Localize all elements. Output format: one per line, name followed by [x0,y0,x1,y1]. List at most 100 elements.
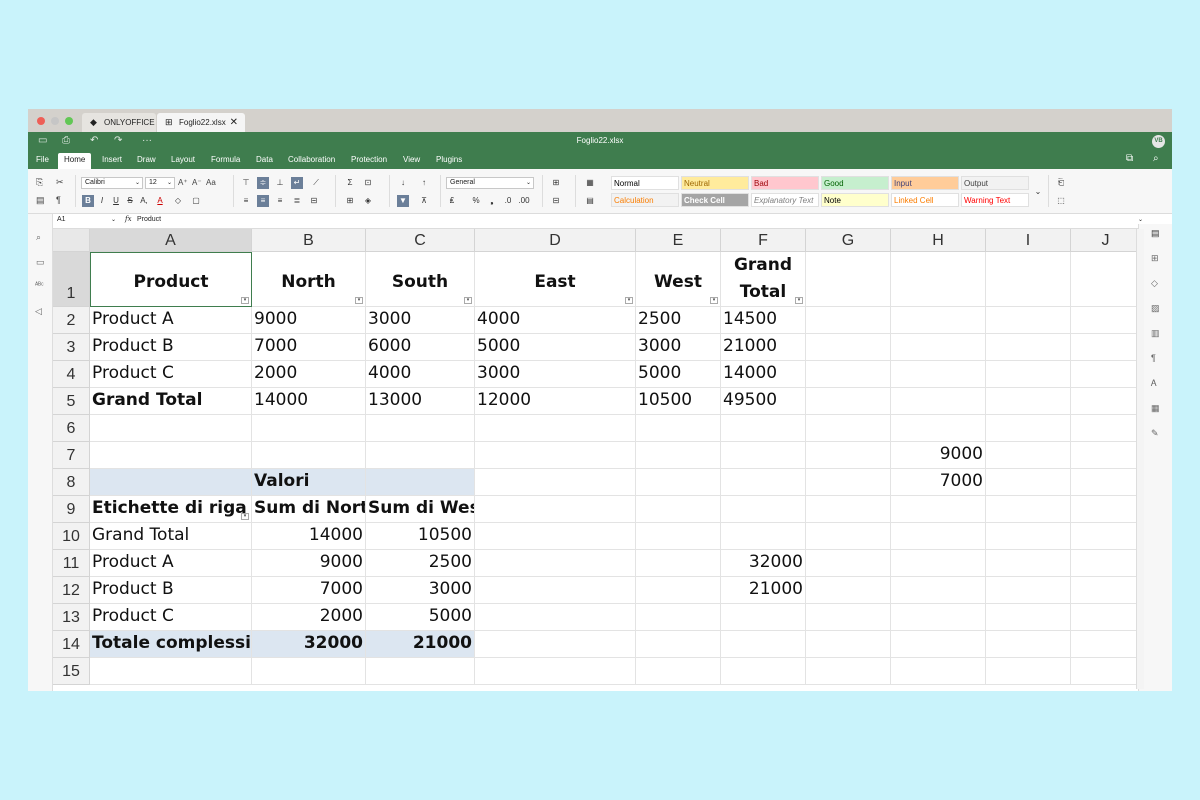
borders-icon[interactable]: ▢ [190,195,202,207]
cell-a15[interactable] [90,658,252,685]
cell-d13[interactable] [475,604,636,631]
open-location-icon[interactable]: ⧉ [1126,153,1133,164]
cell-g11[interactable] [806,550,891,577]
cell-a2[interactable]: Product A [90,307,252,334]
column-header-b[interactable]: B [252,229,366,252]
row-header-13[interactable]: 13 [53,604,90,631]
menu-data[interactable]: Data [256,153,273,169]
style-neutral[interactable]: Neutral [681,176,749,190]
cell-d1[interactable]: East ▾ [475,252,636,307]
menu-file[interactable]: File [36,153,49,169]
cell-j8[interactable] [1071,469,1141,496]
cell-f14[interactable] [721,631,806,658]
cell-i14[interactable] [986,631,1071,658]
cell-a12[interactable]: Product B [90,577,252,604]
cell-b7[interactable] [252,442,366,469]
sum-icon[interactable]: Σ [344,177,356,189]
filter-dropdown-icon[interactable]: ▾ [625,297,633,304]
align-top-icon[interactable]: ⊤ [240,177,252,189]
cell-d10[interactable] [475,523,636,550]
style-warning-text[interactable]: Warning Text [961,193,1029,207]
cell-j3[interactable] [1071,334,1141,361]
cell-j1[interactable] [1071,252,1141,307]
function-icon[interactable]: fx [125,215,132,223]
font-size-select[interactable]: 12 ⌄ [145,177,175,189]
cell-j11[interactable] [1071,550,1141,577]
cell-i10[interactable] [986,523,1071,550]
subscript-icon[interactable]: A, [138,195,150,207]
style-bad[interactable]: Bad [751,176,819,190]
cell-h1[interactable] [891,252,986,307]
paragraph-settings-icon[interactable]: ¶ [1151,353,1156,363]
avatar[interactable]: VB [1152,135,1165,148]
menu-draw[interactable]: Draw [137,153,156,169]
column-header-e[interactable]: E [636,229,721,252]
cell-d8[interactable] [475,469,636,496]
cell-i7[interactable] [986,442,1071,469]
cell-i9[interactable] [986,496,1071,523]
cell-d15[interactable] [475,658,636,685]
image-settings-icon[interactable]: ▨ [1151,303,1160,314]
cell-h11[interactable] [891,550,986,577]
cell-c7[interactable] [366,442,475,469]
cell-d9[interactable] [475,496,636,523]
cell-i5[interactable] [986,388,1071,415]
cell-c10[interactable]: 10500 [366,523,475,550]
cell-f1[interactable]: Grand Total ▾ [721,252,806,307]
row-header-2[interactable]: 2 [53,307,90,334]
increase-decimal-icon[interactable]: .00 [518,195,530,207]
cell-j14[interactable] [1071,631,1141,658]
cell-f5[interactable]: 49500 [721,388,806,415]
cell-b1[interactable]: North ▾ [252,252,366,307]
cell-a1[interactable]: Product ▾ [90,252,252,307]
cell-i2[interactable] [986,307,1071,334]
shape-settings-icon[interactable]: ◇ [1151,278,1158,289]
cell-g12[interactable] [806,577,891,604]
bold-button[interactable]: B [82,195,94,207]
cell-f3[interactable]: 21000 [721,334,806,361]
row-header-7[interactable]: 7 [53,442,90,469]
cell-h4[interactable] [891,361,986,388]
cell-g10[interactable] [806,523,891,550]
cell-e2[interactable]: 2500 [636,307,721,334]
cell-b15[interactable] [252,658,366,685]
pivot-settings-icon[interactable]: ▦ [1151,403,1160,414]
cell-h12[interactable] [891,577,986,604]
cell-b9[interactable]: Sum di North [252,496,366,523]
cell-j7[interactable] [1071,442,1141,469]
cell-d3[interactable]: 5000 [475,334,636,361]
row-header-5[interactable]: 5 [53,388,90,415]
cell-f11[interactable]: 32000 [721,550,806,577]
row-header-6[interactable]: 6 [53,415,90,442]
cell-h15[interactable] [891,658,986,685]
cell-e15[interactable] [636,658,721,685]
feedback-icon[interactable]: ◁ [35,306,42,317]
italic-button[interactable]: I [96,195,108,207]
cell-c1[interactable]: South ▾ [366,252,475,307]
filter-dropdown-icon[interactable]: ▾ [795,297,803,304]
cell-e4[interactable]: 5000 [636,361,721,388]
cell-d7[interactable] [475,442,636,469]
format-as-table-icon[interactable]: ▤ [584,195,596,207]
cell-i4[interactable] [986,361,1071,388]
style-calculation[interactable]: Calculation [611,193,679,207]
wrap-text-icon[interactable]: ↵ [291,177,303,189]
column-header-g[interactable]: G [806,229,891,252]
cell-e12[interactable] [636,577,721,604]
cell-c3[interactable]: 6000 [366,334,475,361]
formula-input[interactable]: Product [137,216,161,223]
cell-b14[interactable]: 32000 [252,631,366,658]
maximize-window-icon[interactable] [65,117,73,125]
style-linked-cell[interactable]: Linked Cell [891,193,959,207]
named-ranges-icon[interactable]: ⊡ [362,177,374,189]
cell-e7[interactable] [636,442,721,469]
column-header-h[interactable]: H [891,229,986,252]
cell-f4[interactable]: 14000 [721,361,806,388]
comma-style-icon[interactable]: ❟ [486,195,498,207]
conditional-format-icon[interactable]: ▦ [584,177,596,189]
clear-filter-icon[interactable]: ⊼ [418,195,430,207]
cell-h7[interactable]: 9000 [891,442,986,469]
row-header-4[interactable]: 4 [53,361,90,388]
cell-j10[interactable] [1071,523,1141,550]
increase-font-icon[interactable]: A⁺ [178,178,188,187]
